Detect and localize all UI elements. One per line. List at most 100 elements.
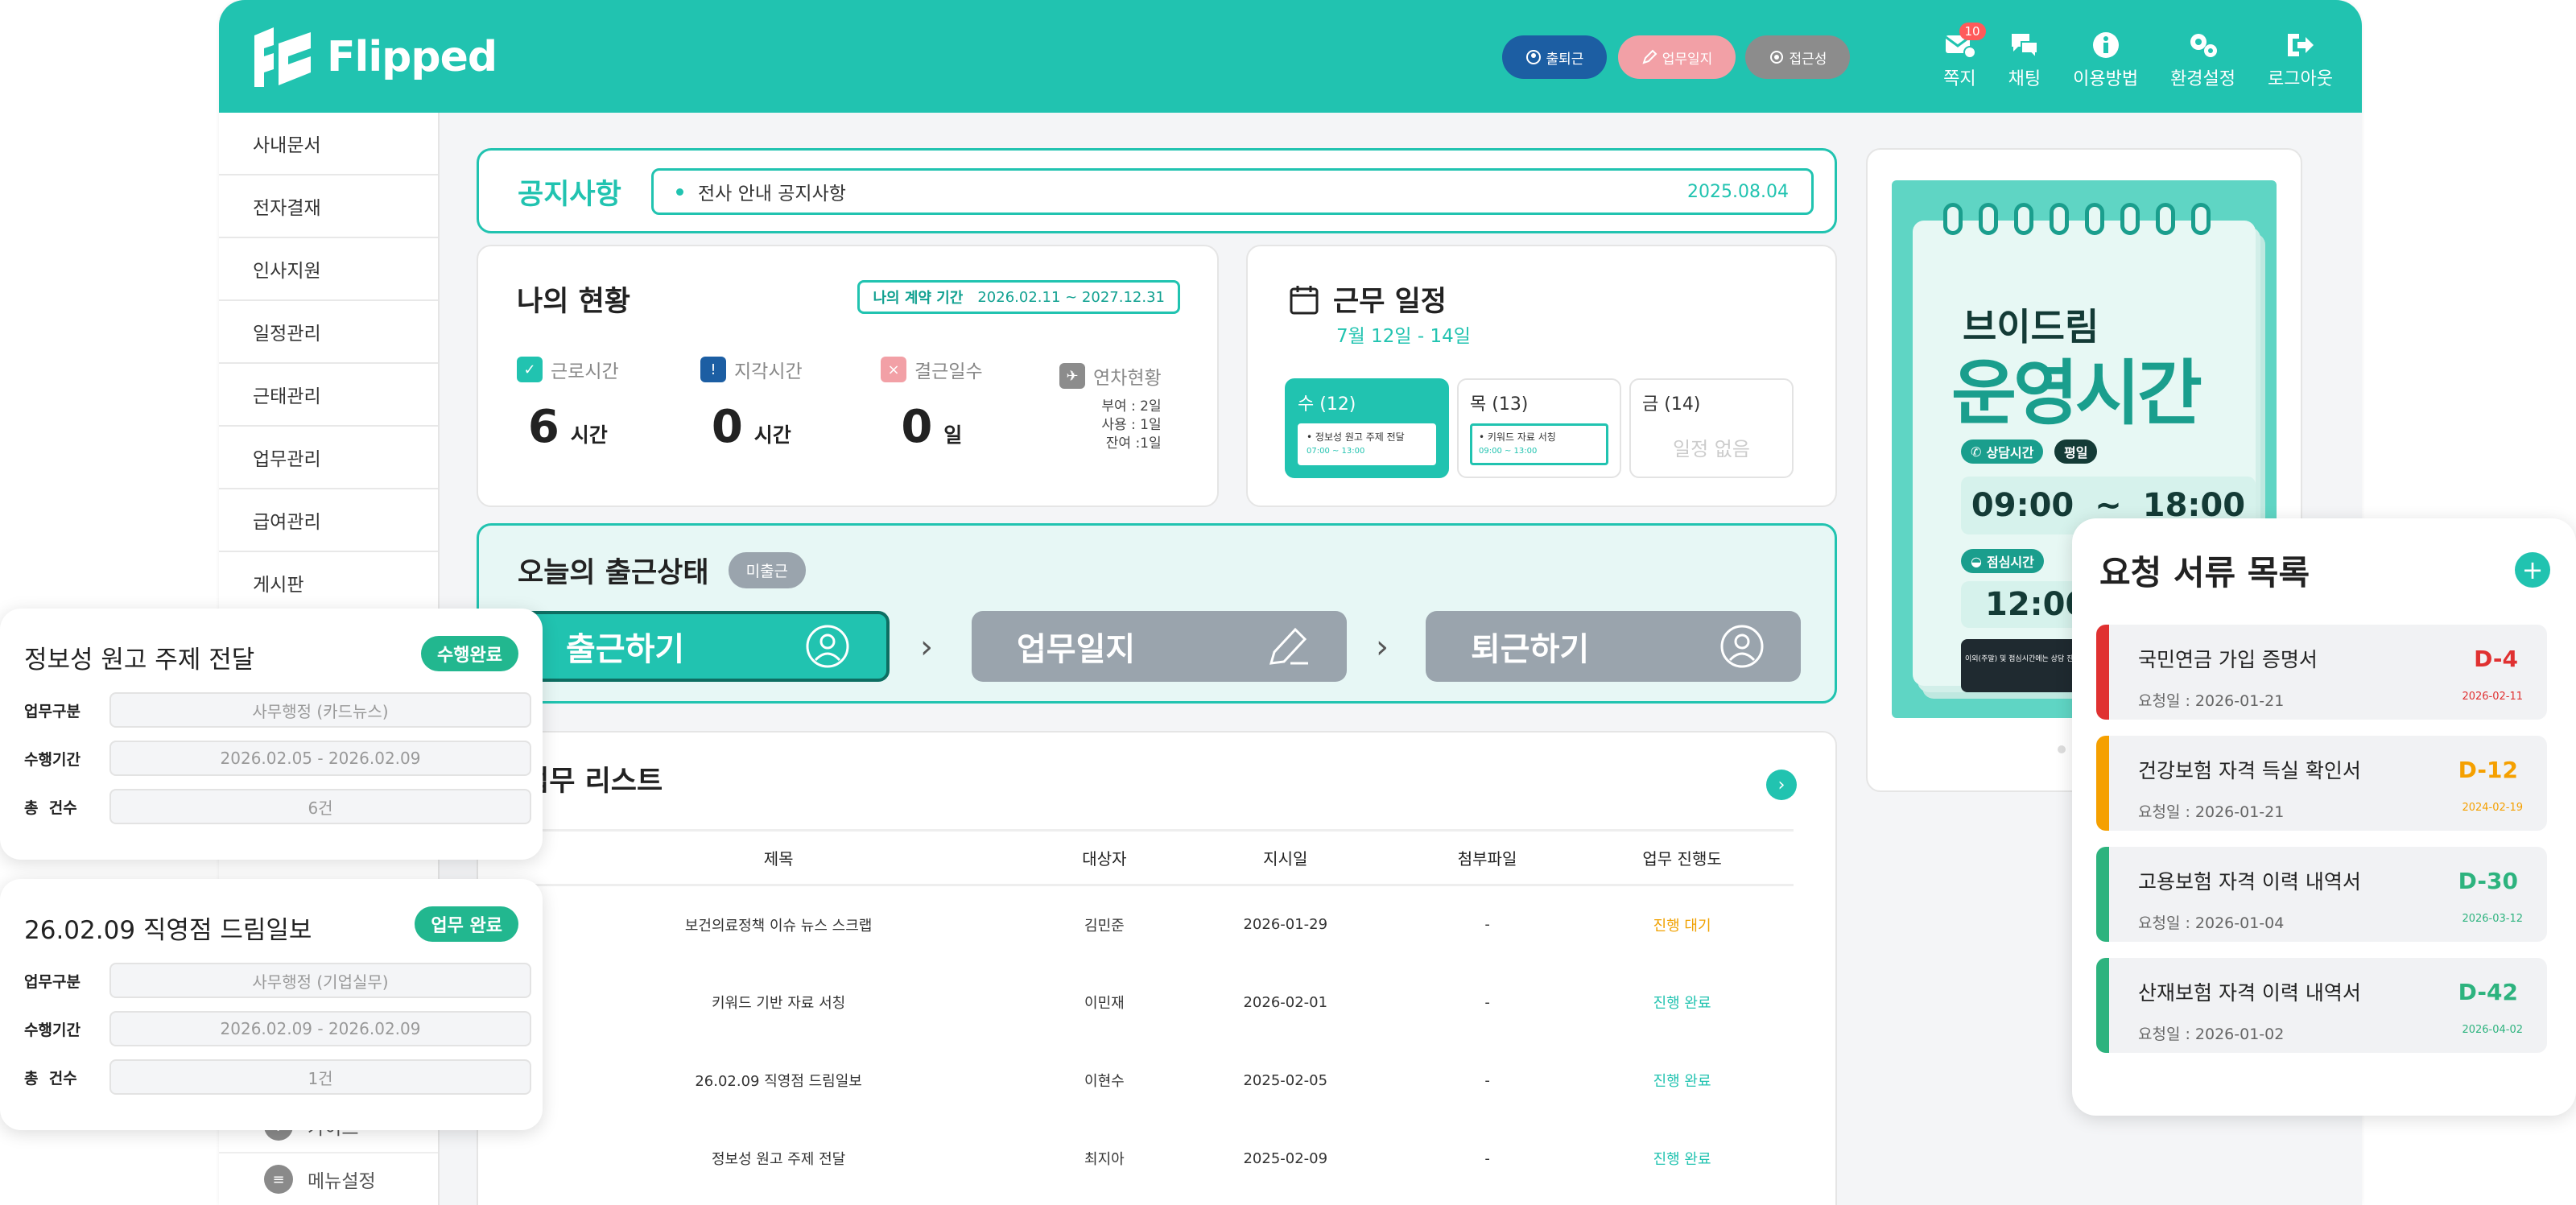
column-progress: 업무 진행도 (1571, 829, 1794, 886)
notice-bullet (676, 188, 683, 196)
notice-title: 공지사항 (518, 179, 621, 211)
work-log-step-button[interactable]: 업무일지 (972, 611, 1347, 682)
task-date: 2025-02-05 (1243, 1071, 1328, 1089)
ring (2085, 203, 2104, 235)
nav-logout[interactable]: 로그아웃 (2268, 31, 2333, 90)
annual-leave-label: 연차현황 (1093, 368, 1162, 389)
table-row[interactable]: 보건의료정책 이슈 뉴스 스크랩 김민준 2026-01-29 - 진행 대기 (515, 885, 1794, 964)
work-hours-label: 근로시간 (551, 361, 619, 382)
sidebar-item-attendance[interactable]: 근태관리 (219, 364, 438, 427)
table-row[interactable]: 26.02.09 직영점 드림일보 이현수 2025-02-05 - 진행 완료 (515, 1042, 1794, 1120)
schedule-event[interactable]: • 정보성 원고 주제 전달 07:00 ~ 13:00 (1298, 423, 1436, 465)
work-hours-stat: ✓ 근로시간 6 시간 (517, 356, 619, 453)
check-in-label: 출근하기 (566, 631, 685, 668)
nav-help[interactable]: 이용방법 (2073, 31, 2138, 90)
request-due: 2026-03-12 (2462, 913, 2523, 925)
column-title: 제목 (515, 829, 1042, 886)
request-item[interactable]: 국민연금 가입 증명서 요청일 : 2026-01-21 D-4 2026-02… (2096, 625, 2547, 720)
request-dday: D-42 (2458, 979, 2518, 1005)
notice-item[interactable]: 전사 안내 공지사항 2025.08.04 (651, 168, 1814, 215)
task-detail-card[interactable]: 26.02.09 직영점 드림일보 업무 완료 업무구분 사무행정 (기업실무) … (0, 879, 543, 1130)
sidebar-item-board[interactable]: 게시판 (219, 552, 438, 615)
nav-settings[interactable]: 환경설정 (2170, 31, 2235, 90)
pencil-icon (1642, 49, 1657, 64)
request-date: 요청일 : 2026-01-21 (2138, 803, 2285, 821)
schedule-event-time: 07:00 ~ 13:00 (1307, 447, 1365, 456)
work-schedule-title: 근무 일정 (1333, 286, 1447, 318)
carousel-dot[interactable] (2058, 745, 2066, 753)
lunch-tag: ◒ 점심시간 (1961, 549, 2044, 573)
priority-bar (2096, 847, 2109, 942)
task-assignee: 이민재 (1084, 995, 1125, 1012)
task-list-more-button[interactable]: › (1766, 770, 1797, 800)
add-request-button[interactable]: + (2515, 552, 2550, 588)
nav-chat[interactable]: 채팅 (2008, 31, 2041, 90)
sidebar-menu-settings[interactable]: ≡ 메뉴설정 (219, 1152, 438, 1205)
late-hours-unit: 시간 (753, 423, 791, 447)
schedule-day-thu[interactable]: 목 (13) • 키워드 자료 서칭 09:00 ~ 13:00 (1457, 378, 1621, 478)
check-out-button[interactable]: 퇴근하기 (1426, 611, 1801, 682)
poster-heading: 운영시간 (1951, 352, 2202, 435)
request-item[interactable]: 건강보험 자격 득실 확인서 요청일 : 2026-01-21 D-12 202… (2096, 736, 2547, 831)
accessibility-gear-icon (1769, 51, 1783, 64)
task-date: 2025-02-09 (1243, 1149, 1328, 1167)
task-progress: 진행 완료 (1653, 995, 1711, 1012)
task-detail-title: 26.02.09 직영점 드림일보 (24, 916, 312, 945)
task-assignee: 최지아 (1084, 1151, 1125, 1168)
logo[interactable]: Flipped (250, 24, 497, 90)
task-date: 2026-01-29 (1243, 916, 1328, 934)
schedule-event-time: 09:00 ~ 13:00 (1479, 447, 1538, 456)
request-date: 요청일 : 2026-01-02 (2138, 1025, 2285, 1043)
task-list-card: 업무 리스트 › 제목 대상자 지시일 첨부파일 업무 진행도 보건의료정책 이… (477, 731, 1837, 1205)
lunch-tag-label: 점심시간 (1986, 555, 2034, 570)
column-date: 지시일 (1166, 829, 1404, 886)
attendance-status-badge: 미출근 (728, 552, 807, 588)
check-in-button[interactable]: 출근하기 (518, 611, 890, 682)
nav-messages-label: 쪽지 (1943, 69, 1976, 89)
calendar-icon (1290, 285, 1319, 314)
sidebar-item-hr[interactable]: 인사지원 (219, 238, 438, 301)
attendance-heading: 오늘의 출근상태 미출근 (518, 550, 807, 591)
attendance-card: 오늘의 출근상태 미출근 출근하기 › 업무일지 › 퇴근하기 (477, 523, 1837, 704)
late-hours-value: 0 (711, 401, 743, 453)
contract-label: 나의 계약 기간 (873, 290, 964, 307)
sidebar-item-tasks[interactable]: 업무관리 (219, 427, 438, 489)
sidebar-item-schedule[interactable]: 일정관리 (219, 301, 438, 364)
gear-icon (2190, 34, 2217, 57)
table-row[interactable]: 키워드 기반 자료 서칭 이민재 2026-02-01 - 진행 완료 (515, 964, 1794, 1042)
flipped-logo-icon (254, 27, 311, 87)
request-due: 2026-02-11 (2462, 691, 2523, 703)
absence-days-stat: × 결근일수 0일 (881, 356, 983, 453)
info-icon (2092, 32, 2119, 58)
sidebar-item-documents[interactable]: 사내문서 (219, 113, 438, 175)
sidebar-item-payroll[interactable]: 급여관리 (219, 489, 438, 552)
ring (2120, 203, 2140, 235)
attendance-title: 오늘의 출근상태 (518, 557, 709, 589)
request-docs-title: 요청 서류 목록 (2099, 553, 2310, 592)
task-detail-key: 총 건수 (24, 1069, 77, 1087)
request-item[interactable]: 고용보험 자격 이력 내역서 요청일 : 2026-01-04 D-30 202… (2096, 847, 2547, 942)
accessibility-button[interactable]: 접근성 (1745, 35, 1850, 79)
request-item[interactable]: 산재보험 자격 이력 내역서 요청일 : 2026-01-02 D-42 202… (2096, 958, 2547, 1053)
nav-messages[interactable]: 10 쪽지 (1943, 23, 1986, 90)
commute-button[interactable]: 출퇴근 (1502, 35, 1607, 79)
schedule-day-fri[interactable]: 금 (14) 일정 없음 (1629, 378, 1794, 478)
schedule-event-title: 키워드 자료 서칭 (1487, 431, 1556, 443)
leave-remaining: 잔여 :1일 (1105, 435, 1162, 452)
schedule-day-wed[interactable]: 수 (12) • 정보성 원고 주제 전달 07:00 ~ 13:00 (1285, 378, 1449, 478)
task-attachment: - (1484, 916, 1490, 934)
task-detail-card[interactable]: 정보성 원고 주제 전달 수행완료 업무구분 사무행정 (카드뉴스) 수행기간 20… (0, 609, 543, 860)
priority-bar (2096, 736, 2109, 831)
work-schedule-card: 근무 일정 7월 12일 - 14일 수 (12) • 정보성 원고 주제 전달… (1246, 245, 1837, 507)
schedule-day-label: 금 (14) (1642, 394, 1701, 415)
task-detail-value: 2026.02.09 - 2026.02.09 (109, 1011, 531, 1046)
sidebar-item-approval[interactable]: 전자결재 (219, 175, 438, 238)
column-assignee: 대상자 (1042, 829, 1167, 886)
work-log-button[interactable]: 업무일지 (1618, 35, 1736, 79)
schedule-event[interactable]: • 키워드 자료 서칭 09:00 ~ 13:00 (1470, 423, 1608, 465)
pencil-icon (1269, 627, 1308, 665)
ring (2191, 203, 2211, 235)
task-attachment: - (1484, 993, 1490, 1011)
notice-date: 2025.08.04 (1687, 181, 1789, 202)
table-row[interactable]: 정보성 원고 주제 전달 최지아 2025-02-09 - 진행 완료 (515, 1120, 1794, 1198)
